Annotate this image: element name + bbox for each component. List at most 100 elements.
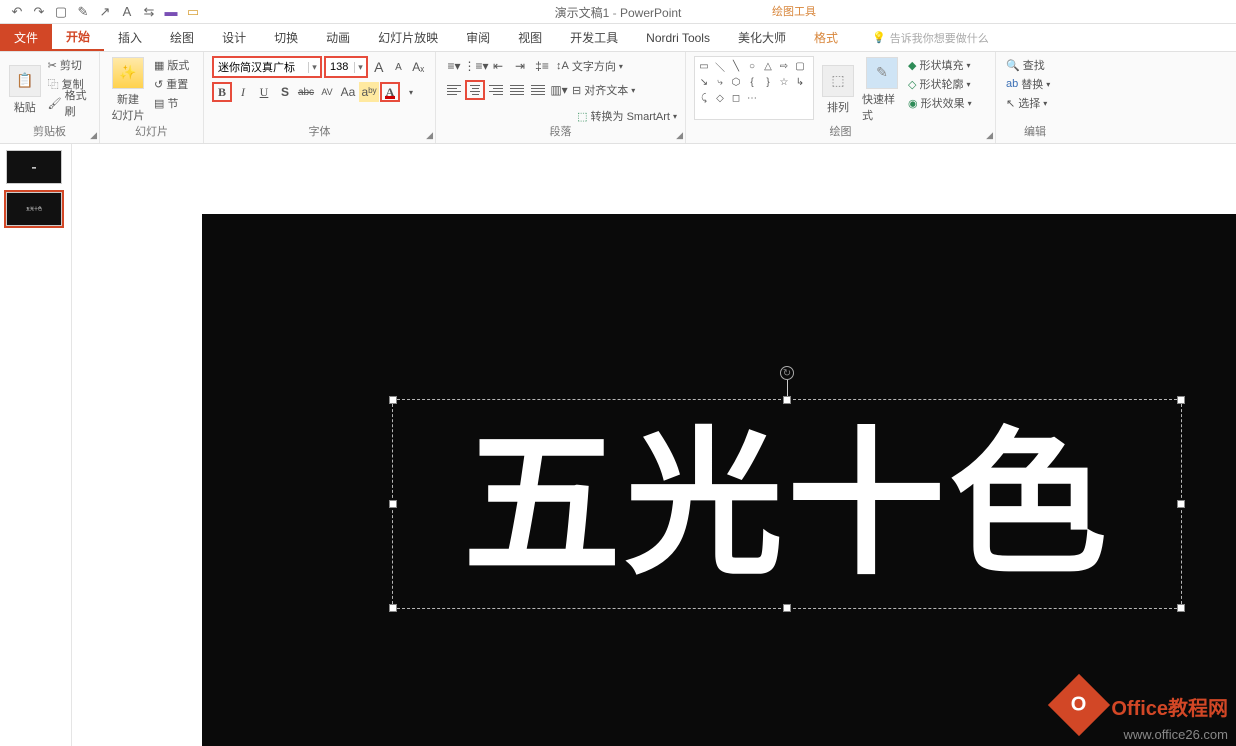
tab-draw[interactable]: 绘图 xyxy=(156,24,208,51)
slide[interactable]: ↻ 五光十色 xyxy=(202,214,1236,746)
justify-button[interactable] xyxy=(507,80,527,100)
qat-brush[interactable]: ✎ xyxy=(72,2,94,22)
drawing-dialog-launcher[interactable]: ◢ xyxy=(986,130,993,141)
char-spacing-button[interactable]: AV xyxy=(317,82,337,102)
shape-conn2[interactable]: ⤷ xyxy=(713,75,727,89)
section-button[interactable]: ▤节 xyxy=(152,94,191,112)
resize-handle-sw[interactable] xyxy=(389,604,397,612)
font-size-input[interactable] xyxy=(326,58,354,76)
align-text-button[interactable]: ⊟对齐文本▾ xyxy=(570,81,637,99)
shape-line[interactable]: ＼ xyxy=(713,59,727,73)
underline-button[interactable]: U xyxy=(254,82,274,102)
resize-handle-n[interactable] xyxy=(783,396,791,404)
tab-insert[interactable]: 插入 xyxy=(104,24,156,51)
resize-handle-s[interactable] xyxy=(783,604,791,612)
shape-brace2[interactable]: } xyxy=(761,75,775,89)
columns-button[interactable]: ▥▾ xyxy=(549,80,569,100)
tab-developer[interactable]: 开发工具 xyxy=(556,24,632,51)
tab-nordri[interactable]: Nordri Tools xyxy=(632,24,724,51)
tab-slideshow[interactable]: 幻灯片放映 xyxy=(364,24,452,51)
shape-conn3[interactable]: ↳ xyxy=(793,75,807,89)
text-direction-button[interactable]: ↕A文字方向▾ xyxy=(554,57,625,75)
slide-thumbnail-1[interactable]: ▬ xyxy=(6,150,62,184)
replace-button[interactable]: ab替换▾ xyxy=(1004,75,1066,93)
tab-beautify[interactable]: 美化大师 xyxy=(724,24,800,51)
smartart-button[interactable]: ⬚转换为 SmartArt▾ xyxy=(575,107,679,125)
rotation-handle[interactable]: ↻ xyxy=(780,366,794,380)
resize-handle-e[interactable] xyxy=(1177,500,1185,508)
line-spacing-button[interactable]: ‡≡ xyxy=(532,56,552,76)
shape-brace[interactable]: { xyxy=(745,75,759,89)
layout-button[interactable]: ▦版式 xyxy=(152,56,191,74)
shape-star[interactable]: ☆ xyxy=(777,75,791,89)
clipboard-dialog-launcher[interactable]: ◢ xyxy=(90,130,97,141)
shape-arrow[interactable]: ⇨ xyxy=(777,59,791,73)
qat-arrow[interactable]: ↗ xyxy=(94,2,116,22)
font-size-dropdown[interactable]: ▾ xyxy=(354,62,366,73)
shape-line2[interactable]: ╲ xyxy=(729,59,743,73)
align-left-button[interactable] xyxy=(444,80,464,100)
shape-rect[interactable]: ▭ xyxy=(697,59,711,73)
tab-animations[interactable]: 动画 xyxy=(312,24,364,51)
new-slide-button[interactable]: ✨ 新建 幻灯片 xyxy=(108,56,148,123)
undo-button[interactable]: ↶ xyxy=(6,2,28,22)
shape-oval[interactable]: ○ xyxy=(745,59,759,73)
font-color-dropdown[interactable]: ▾ xyxy=(401,82,421,102)
tab-format[interactable]: 格式 xyxy=(800,24,852,51)
qat-folder[interactable]: ▭ xyxy=(182,2,204,22)
change-case-button[interactable]: Aa xyxy=(338,82,358,102)
shape-callout[interactable]: ◻ xyxy=(729,91,743,105)
shape-more[interactable]: ⋯ xyxy=(745,91,759,105)
arrange-button[interactable]: ⬚ 排列 xyxy=(818,56,858,123)
shape-fill-button[interactable]: ◆形状填充▾ xyxy=(906,56,974,74)
tell-me-search[interactable]: 💡 告诉我你想要做什么 xyxy=(872,24,989,51)
slide-text-content[interactable]: 五光十色 xyxy=(393,400,1181,610)
format-painter-button[interactable]: 🖌格式刷 xyxy=(46,94,91,112)
resize-handle-w[interactable] xyxy=(389,500,397,508)
numbering-button[interactable]: ⋮≡▾ xyxy=(466,56,486,76)
shapes-gallery[interactable]: ▭ ＼ ╲ ○ △ ⇨ ▢ ↘ ⤷ ⬡ { } ☆ ↳ ⤹ ◇ ◻ ⋯ xyxy=(694,56,814,120)
quick-styles-button[interactable]: ✎ 快速样式 xyxy=(862,56,902,123)
font-name-combo[interactable]: ▾ xyxy=(212,56,322,78)
reset-button[interactable]: ↺重置 xyxy=(152,75,191,93)
shape-conn1[interactable]: ↘ xyxy=(697,75,711,89)
paragraph-dialog-launcher[interactable]: ◢ xyxy=(676,130,683,141)
align-right-button[interactable] xyxy=(486,80,506,100)
font-color-button[interactable]: A xyxy=(380,82,400,102)
shape-effects-button[interactable]: ◉形状效果▾ xyxy=(906,94,974,112)
tab-transitions[interactable]: 切换 xyxy=(260,24,312,51)
tab-file[interactable]: 文件 xyxy=(0,24,52,51)
align-center-button[interactable] xyxy=(465,80,485,100)
shrink-font-button[interactable]: A xyxy=(390,57,408,77)
increase-indent-button[interactable]: ⇥ xyxy=(510,56,530,76)
text-box-selected[interactable]: ↻ 五光十色 xyxy=(392,399,1182,609)
font-name-input[interactable] xyxy=(214,58,308,76)
tab-home[interactable]: 开始 xyxy=(52,24,104,51)
slide-canvas[interactable]: ↻ 五光十色 xyxy=(72,144,1236,746)
shape-conn4[interactable]: ⤹ xyxy=(697,91,711,105)
distribute-button[interactable] xyxy=(528,80,548,100)
find-button[interactable]: 🔍查找 xyxy=(1004,56,1066,74)
resize-handle-se[interactable] xyxy=(1177,604,1185,612)
tab-review[interactable]: 审阅 xyxy=(452,24,504,51)
qat-text[interactable]: A xyxy=(116,2,138,22)
tab-view[interactable]: 视图 xyxy=(504,24,556,51)
shadow-button[interactable]: S xyxy=(275,82,295,102)
qat-new[interactable]: ▢ xyxy=(50,2,72,22)
highlight-button[interactable]: aᵇʸ xyxy=(359,82,379,102)
shape-hex[interactable]: ⬡ xyxy=(729,75,743,89)
save-button[interactable]: ▬ xyxy=(160,2,182,22)
font-name-dropdown[interactable]: ▾ xyxy=(308,62,320,73)
grow-font-button[interactable]: A xyxy=(370,57,388,77)
resize-handle-nw[interactable] xyxy=(389,396,397,404)
slide-thumbnail-2[interactable]: 五光十色 xyxy=(6,192,62,226)
qat-link[interactable]: ⇆ xyxy=(138,2,160,22)
font-size-combo[interactable]: ▾ xyxy=(324,56,368,78)
bullets-button[interactable]: ≡▾ xyxy=(444,56,464,76)
shape-outline-button[interactable]: ◇形状轮廓▾ xyxy=(906,75,974,93)
clear-format-button[interactable]: Aₓ xyxy=(409,57,427,77)
decrease-indent-button[interactable]: ⇤ xyxy=(488,56,508,76)
cut-button[interactable]: ✂剪切 xyxy=(46,56,91,74)
italic-button[interactable]: I xyxy=(233,82,253,102)
shape-dia[interactable]: ◇ xyxy=(713,91,727,105)
